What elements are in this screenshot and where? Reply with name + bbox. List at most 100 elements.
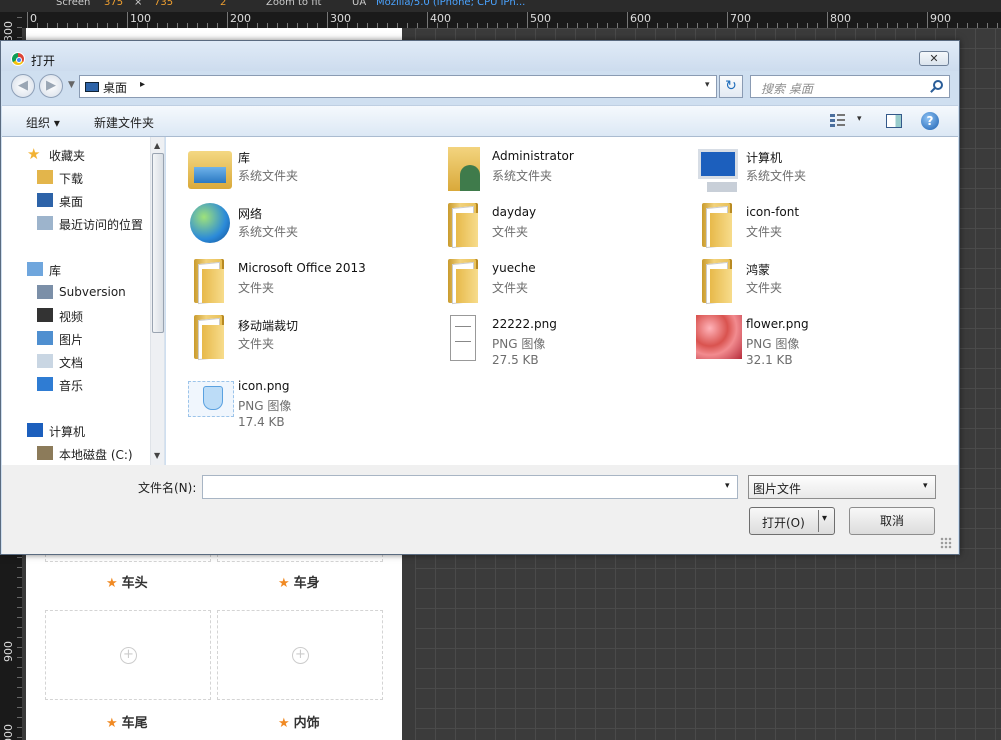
view-dropdown-icon[interactable]: ▾ — [857, 114, 862, 124]
search-input[interactable]: 搜索 桌面 — [750, 75, 950, 98]
zoom-value[interactable]: 2 — [220, 0, 226, 8]
nav-item-label: 视频 — [59, 310, 84, 324]
documents-icon — [37, 354, 53, 368]
star-icon: ★ — [278, 716, 290, 731]
upload-box[interactable]: + — [217, 610, 383, 700]
file-type: 文件夹 — [492, 281, 529, 295]
file-item[interactable]: 22222.png PNG 图像 27.5 KB — [440, 313, 690, 369]
view-options-icon[interactable] — [830, 114, 848, 128]
resize-grip-icon[interactable] — [940, 537, 952, 549]
download-folder-icon — [37, 170, 53, 184]
file-item[interactable]: icon-font 文件夹 — [694, 201, 944, 257]
ruler-minor-tick — [17, 567, 22, 568]
file-type-dropdown-icon[interactable]: ▾ — [923, 481, 928, 491]
help-icon[interactable]: ? — [921, 112, 939, 130]
scroll-up-icon[interactable]: ▲ — [154, 141, 160, 150]
nav-item-label: Subversion — [59, 285, 126, 299]
zoom-to-fit-label[interactable]: Zoom to fit — [266, 0, 321, 8]
desktop-icon — [85, 82, 99, 92]
file-item[interactable]: yueche 文件夹 — [440, 257, 690, 313]
file-item[interactable]: 鸿蒙 文件夹 — [694, 257, 944, 313]
ruler-minor-tick — [17, 17, 22, 18]
open-button[interactable]: 打开(O) ▾ — [749, 507, 835, 535]
ruler-label: 300 — [2, 21, 15, 42]
video-icon — [37, 308, 53, 322]
ruler-minor-tick — [17, 577, 22, 578]
ruler-minor-tick — [407, 23, 408, 28]
screen-height[interactable]: 735 — [154, 0, 173, 8]
preview-pane-icon[interactable] — [886, 114, 902, 128]
desktop-icon — [37, 193, 53, 207]
chrome-icon — [11, 52, 25, 66]
forward-button[interactable]: ▶ — [39, 74, 63, 98]
back-button[interactable]: ◀ — [11, 74, 35, 98]
address-dropdown-icon[interactable]: ▾ — [705, 80, 710, 90]
drive-icon — [37, 446, 53, 460]
file-item[interactable]: dayday 文件夹 — [440, 201, 690, 257]
ruler-minor-tick — [17, 737, 22, 738]
file-item[interactable]: Administrator 系统文件夹 — [440, 145, 690, 201]
address-bar[interactable]: 桌面 ▸ ▾ — [79, 75, 717, 98]
file-item[interactable]: 网络 系统文件夹 — [186, 201, 436, 257]
star-icon: ★ — [106, 716, 118, 731]
file-item[interactable]: icon.png PNG 图像 17.4 KB — [186, 375, 436, 431]
file-item[interactable]: 移动端裁切 文件夹 — [186, 313, 436, 369]
folder-icon — [186, 313, 234, 361]
ruler-label: 1000 — [2, 724, 15, 740]
file-size: 32.1 KB — [746, 353, 793, 367]
music-icon — [37, 377, 53, 391]
image-thumbnail-icon — [694, 313, 742, 361]
user-folder-icon — [440, 145, 488, 193]
dialog-footer: 文件名(N): ▾ 图片文件 ▾ 打开(O) ▾ 取消 — [2, 465, 958, 554]
file-type-select[interactable]: 图片文件 ▾ — [748, 475, 936, 499]
folder-icon — [694, 257, 742, 305]
dialog-titlebar[interactable]: 打开 ✕ — [1, 41, 959, 71]
file-type: 系统文件夹 — [492, 169, 553, 183]
screen-width[interactable]: 375 — [104, 0, 123, 8]
star-icon: ★ — [27, 145, 41, 163]
file-type: 文件夹 — [492, 225, 529, 239]
close-button[interactable]: ✕ — [919, 51, 949, 66]
upload-label: ★ 车头 — [106, 576, 148, 591]
nav-item-label: 桌面 — [59, 195, 84, 209]
subversion-icon — [37, 285, 53, 299]
plus-icon: + — [292, 647, 309, 664]
png-file-icon — [440, 313, 488, 361]
file-item[interactable]: flower.png PNG 图像 32.1 KB — [694, 313, 944, 369]
ruler-minor-tick — [17, 37, 22, 38]
open-options-arrow-icon[interactable]: ▾ — [822, 513, 827, 524]
refresh-button[interactable]: ↻ — [719, 75, 743, 98]
filename-input[interactable]: ▾ — [202, 475, 738, 499]
cancel-button[interactable]: 取消 — [849, 507, 935, 535]
star-icon: ★ — [278, 576, 290, 591]
file-item[interactable]: Microsoft Office 2013 文件夹 — [186, 257, 436, 313]
file-size: 17.4 KB — [238, 415, 285, 429]
scroll-down-icon[interactable]: ▼ — [154, 451, 160, 460]
ruler-minor-tick — [17, 607, 22, 608]
scrollbar-thumb[interactable] — [152, 153, 164, 333]
address-location[interactable]: 桌面 — [103, 79, 127, 96]
computer-icon — [694, 145, 742, 193]
new-folder-button[interactable]: 新建文件夹 — [94, 114, 154, 131]
file-type: 系统文件夹 — [238, 169, 299, 183]
filename-dropdown-icon[interactable]: ▾ — [725, 481, 730, 491]
file-item[interactable]: 计算机 系统文件夹 — [694, 145, 944, 201]
upload-box[interactable]: + — [45, 610, 211, 700]
nav-scrollbar[interactable]: ▲ ▼ — [150, 137, 164, 465]
breadcrumb-arrow-icon[interactable]: ▸ — [140, 79, 145, 90]
organize-button[interactable]: 组织 ▾ — [26, 114, 60, 131]
ruler-minor-tick — [17, 637, 22, 638]
search-icon[interactable] — [933, 80, 943, 90]
file-name: flower.png — [746, 317, 809, 331]
folder-icon — [186, 257, 234, 305]
image-thumbnail-icon — [186, 375, 234, 423]
button-split-divider — [818, 510, 819, 532]
nav-item-label: 下载 — [59, 172, 84, 186]
screen-times: × — [134, 0, 143, 8]
file-name: yueche — [492, 261, 536, 275]
file-item[interactable]: 库系统文件夹 — [186, 145, 436, 201]
file-type: PNG 图像 — [746, 337, 800, 351]
ua-value[interactable]: Mozilla/5.0 (iPhone; CPU iPh... — [376, 0, 525, 8]
search-placeholder: 搜索 桌面 — [761, 82, 813, 96]
recent-pages-dropdown-icon[interactable]: ▼ — [68, 80, 75, 90]
